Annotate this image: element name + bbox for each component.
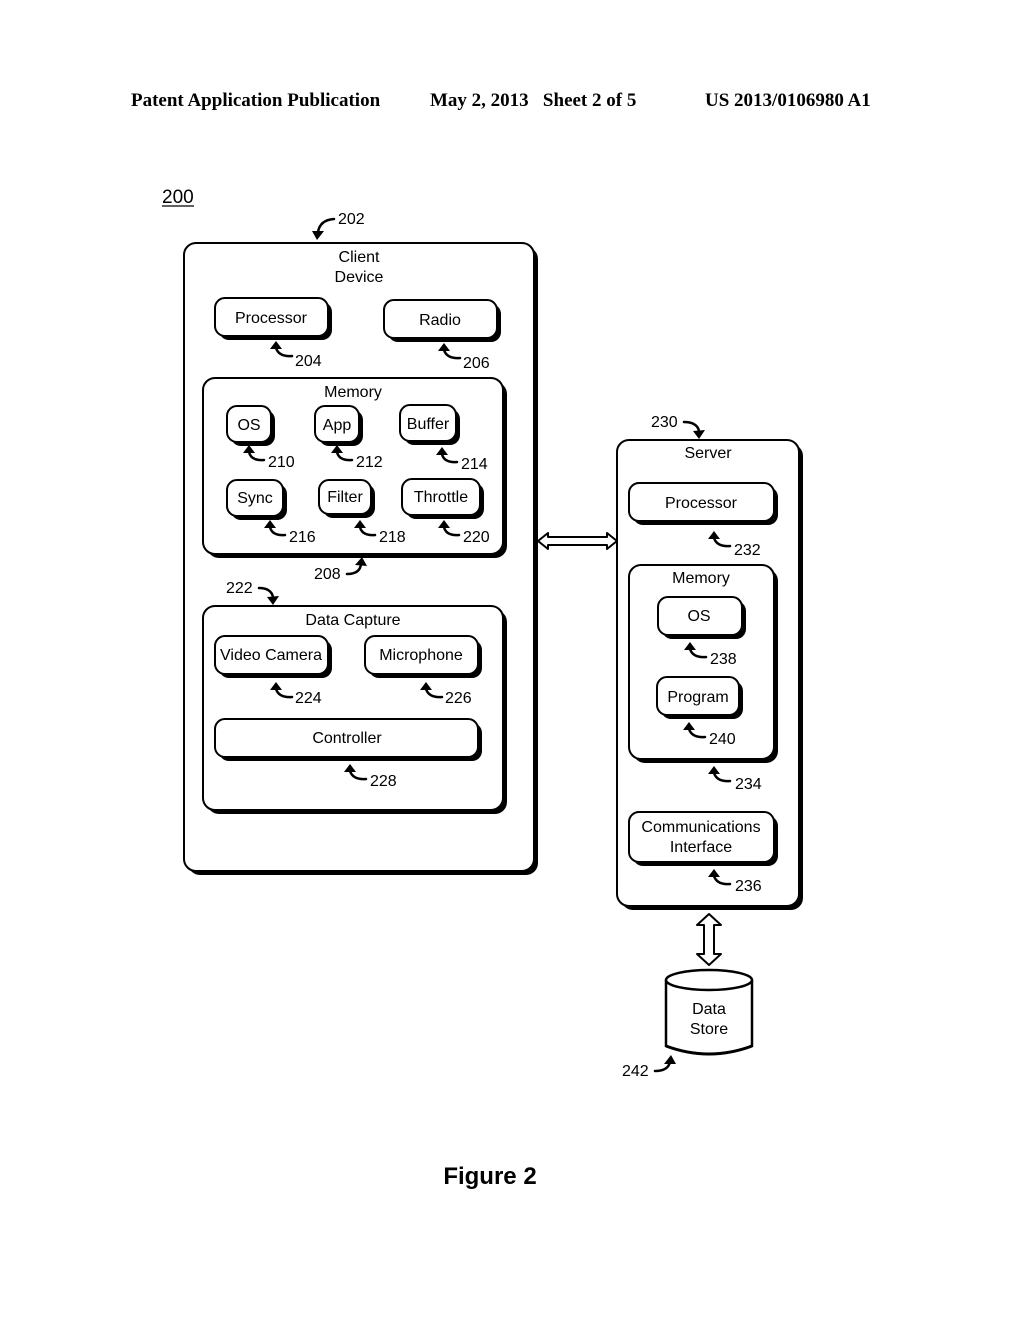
client-throttle-ref: 220 — [463, 529, 490, 546]
server-processor: Processor — [628, 482, 778, 525]
video-camera: Video Camera — [214, 635, 332, 678]
server-os-label: OS — [687, 608, 710, 625]
client-radio: Radio — [383, 299, 501, 342]
client-processor-ref: 204 — [295, 353, 322, 370]
client-memory-os: OS — [226, 405, 275, 446]
server-memory-program: Program — [656, 676, 743, 719]
comm-interface-label-2: Interface — [670, 839, 732, 856]
data-capture-ref: 222 — [226, 580, 253, 597]
server-memory-ref: 234 — [735, 776, 762, 793]
communications-interface: Communications Interface — [628, 811, 778, 866]
client-device-ref: 202 — [338, 211, 365, 228]
client-sync-label: Sync — [237, 490, 273, 507]
data-capture-label: Data Capture — [305, 612, 400, 629]
microphone-label: Microphone — [379, 647, 463, 664]
microphone: Microphone — [364, 635, 482, 678]
client-server-connection-arrow — [537, 532, 618, 550]
client-radio-ref: 206 — [463, 355, 490, 372]
data-store-label-1: Data — [692, 1001, 726, 1018]
figure-caption: Figure 2 — [443, 1163, 536, 1190]
video-camera-label: Video Camera — [220, 647, 322, 664]
video-camera-ref: 224 — [295, 690, 322, 707]
client-buffer-ref: 214 — [461, 456, 488, 473]
figure-ref: 200 — [162, 187, 194, 208]
client-memory-throttle: Throttle — [401, 478, 484, 519]
client-memory-ref: 208 — [314, 566, 341, 583]
client-processor-label: Processor — [235, 310, 308, 327]
server-datastore-connection-arrow — [696, 913, 722, 966]
comm-interface-label-1: Communications — [641, 819, 760, 836]
comm-interface-ref: 236 — [735, 878, 762, 895]
client-os-ref: 210 — [268, 454, 295, 471]
client-app-label: App — [323, 417, 352, 434]
client-throttle-label: Throttle — [414, 489, 468, 506]
client-processor: Processor — [214, 297, 332, 340]
client-device-title-1: Client — [339, 249, 380, 266]
server-memory-os: OS — [657, 596, 746, 639]
server-processor-label: Processor — [665, 495, 738, 512]
microphone-ref: 226 — [445, 690, 472, 707]
server-leader: 230 — [651, 414, 705, 439]
client-memory-filter: Filter — [318, 479, 375, 518]
server-processor-ref: 232 — [734, 542, 761, 559]
client-app-ref: 212 — [356, 454, 383, 471]
server-program-label: Program — [667, 689, 728, 706]
client-device-leader: 202 — [312, 211, 365, 240]
server-title: Server — [684, 445, 732, 462]
data-store-ref: 242 — [622, 1063, 649, 1080]
client-radio-label: Radio — [419, 312, 461, 329]
server-program-ref: 240 — [709, 731, 736, 748]
client-filter-label: Filter — [327, 489, 363, 506]
controller-ref: 228 — [370, 773, 397, 790]
data-store-label-2: Store — [690, 1021, 728, 1038]
client-filter-ref: 218 — [379, 529, 406, 546]
client-sync-ref: 216 — [289, 529, 316, 546]
server-os-ref: 238 — [710, 651, 737, 668]
server-ref: 230 — [651, 414, 678, 431]
client-memory-buffer: Buffer — [399, 404, 460, 445]
client-os-label: OS — [237, 417, 260, 434]
client-memory-sync: Sync — [226, 479, 287, 520]
controller-label: Controller — [312, 730, 382, 747]
client-device-title-2: Device — [335, 269, 384, 286]
server-memory: Memory — [628, 564, 778, 763]
server-memory-label: Memory — [672, 570, 730, 587]
client-buffer-label: Buffer — [407, 416, 450, 433]
controller: Controller — [214, 718, 482, 761]
client-memory-label: Memory — [324, 384, 382, 401]
data-store: Data Store — [664, 968, 754, 1056]
client-memory-app: App — [314, 405, 363, 446]
system-diagram: 200 Client Device 202 Processor 204 Radi… — [162, 187, 803, 1190]
data-store-leader: 242 — [622, 1055, 676, 1080]
